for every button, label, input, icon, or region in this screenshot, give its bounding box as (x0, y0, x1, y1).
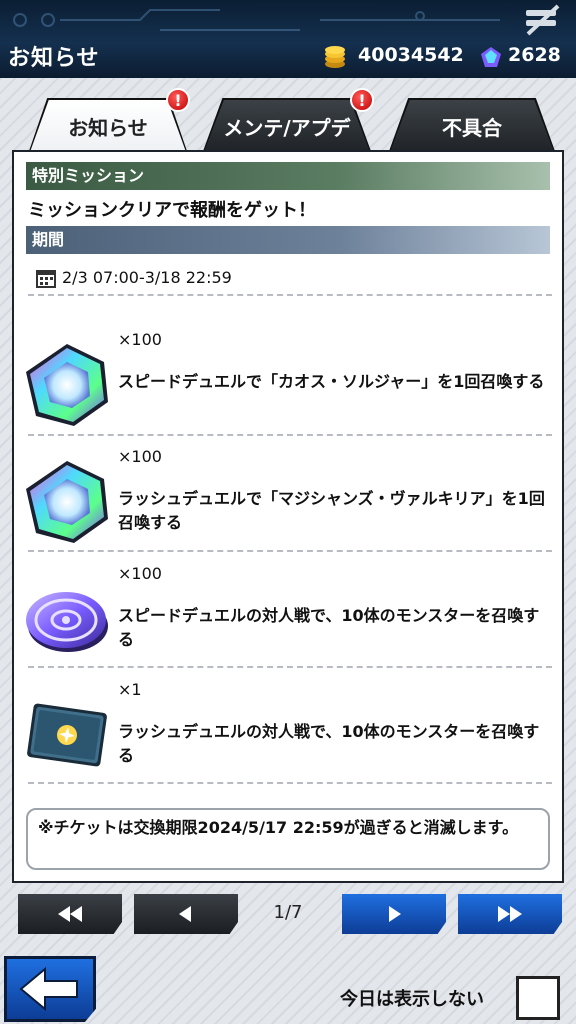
tab-label: 不具合 (442, 115, 502, 140)
mission-item: ×100 スピードデュエルで「カオス・ソルジャー」を1回召喚する (14, 330, 562, 446)
divider (28, 434, 552, 436)
dont-show-today-checkbox[interactable] (516, 976, 560, 1020)
mission-item: ×1 ラッシュデュエルの対人戦で、10体のモンスターを召喚する (14, 680, 562, 796)
ticket-expiry-note: ※チケットは交換期限2024/5/17 22:59が過ぎると消滅します。 (26, 808, 550, 870)
double-chevron-left-icon (58, 906, 82, 922)
reward-quantity: ×100 (118, 447, 162, 466)
reward-quantity: ×1 (118, 680, 142, 699)
ticket-icon (27, 703, 107, 767)
divider (28, 294, 552, 296)
alert-badge-notices: ! (166, 88, 190, 112)
prev-page-button[interactable] (134, 894, 238, 934)
menu-toggle-off-icon[interactable] (522, 4, 562, 38)
rainbow-gem-icon (26, 461, 108, 543)
mission-item: ×100 スピードデュエルの対人戦で、10体のモンスターを召喚する (14, 564, 562, 680)
gem-count: 2628 (508, 44, 561, 66)
tab-notices[interactable]: お知らせ (30, 100, 186, 152)
coin-count: 40034542 (358, 44, 464, 66)
mission-description: ラッシュデュエルで「マジシャンズ・ヴァルキリア」を1回召喚する (118, 489, 545, 532)
chevron-left-icon (179, 906, 191, 922)
circuit-pattern (13, 9, 500, 31)
calendar-icon (36, 270, 56, 288)
mission-description: ラッシュデュエルの対人戦で、10体のモンスターを召喚する (118, 722, 540, 765)
reward-quantity: ×100 (118, 330, 162, 349)
reward-quantity: ×100 (118, 564, 162, 583)
divider (28, 782, 552, 784)
divider (28, 550, 552, 552)
double-chevron-right-icon (498, 906, 522, 922)
header-bar: お知らせ 40034542 2628 (0, 0, 576, 78)
notice-panel[interactable]: 特別ミッション ミッションクリアで報酬をゲット！ 期間 2/3 07:00-3/… (12, 150, 564, 883)
mission-description: スピードデュエルの対人戦で、10体のモンスターを召喚する (118, 606, 540, 649)
divider (28, 666, 552, 668)
tab-label: メンテ/アプデ (223, 115, 351, 140)
alert-badge-maintenance: ! (350, 88, 374, 112)
notice-subtitle: ミッションクリアで報酬をゲット！ (28, 200, 316, 221)
period-header: 期間 (26, 226, 550, 254)
back-arrow-icon (19, 966, 78, 1012)
purple-medal-icon (26, 592, 108, 652)
page-indicator: 1/7 (273, 902, 303, 923)
tab-maintenance[interactable]: メンテ/アプデ (204, 100, 370, 152)
next-page-button[interactable] (342, 894, 446, 934)
gem-icon (481, 47, 501, 67)
gold-coin-icon (325, 46, 345, 68)
first-page-button[interactable] (18, 894, 122, 934)
rainbow-gem-icon (26, 344, 108, 426)
period-text: 2/3 07:00-3/18 22:59 (62, 268, 232, 287)
tab-label: お知らせ (68, 115, 148, 140)
last-page-button[interactable] (458, 894, 562, 934)
chevron-right-icon (389, 906, 401, 922)
dont-show-today-label: 今日は表示しない (340, 989, 484, 1010)
mission-item: ×100 ラッシュデュエルで「マジシャンズ・ヴァルキリア」を1回召喚する (14, 447, 562, 563)
mission-description: スピードデュエルで「カオス・ソルジャー」を1回召喚する (118, 372, 545, 391)
tab-bugs[interactable]: 不具合 (390, 100, 554, 152)
section-title: 特別ミッション (26, 162, 550, 190)
page-title: お知らせ (8, 46, 100, 71)
back-button[interactable] (4, 956, 96, 1022)
